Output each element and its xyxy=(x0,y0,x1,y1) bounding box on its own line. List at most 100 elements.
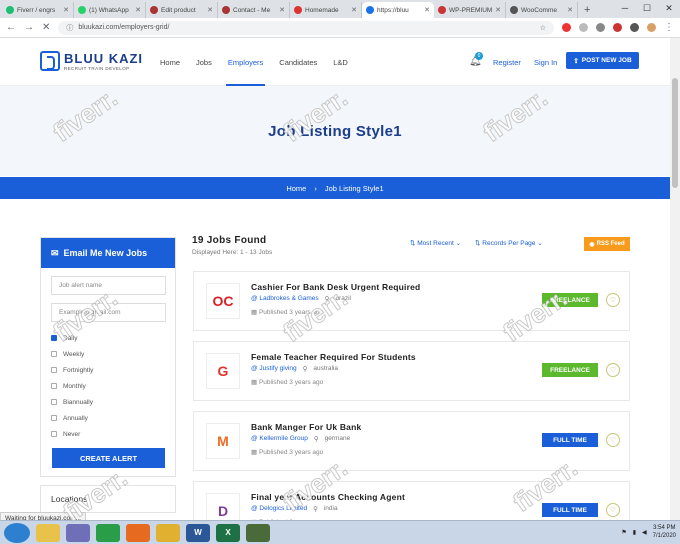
tab-close-icon[interactable]: ✕ xyxy=(424,6,430,14)
site-logo[interactable]: BLUU KAZI RECRUIT TRAIN DEVELOP xyxy=(40,51,143,71)
nav-employers[interactable]: Employers xyxy=(220,38,271,86)
email-input[interactable]: Example@gmail.com xyxy=(51,303,166,322)
nav-home[interactable]: Home xyxy=(152,38,188,86)
rss-feed-button[interactable]: ◉ RSS Feed xyxy=(584,237,630,251)
frequency-option[interactable]: Annually xyxy=(51,410,165,426)
flag-icon[interactable]: ⚑ xyxy=(621,529,626,536)
start-button[interactable] xyxy=(4,522,30,543)
company-link[interactable]: @ Delogics Limited xyxy=(251,505,307,513)
company-logo[interactable]: M xyxy=(206,423,240,459)
heart-icon[interactable]: ♡ xyxy=(606,363,620,377)
word-icon[interactable]: W xyxy=(186,523,210,542)
browser-tab[interactable]: Homemade ✕ xyxy=(290,2,362,18)
forward-icon[interactable]: → xyxy=(24,22,34,33)
firefox-icon[interactable] xyxy=(126,523,150,542)
chrome-canary-icon[interactable] xyxy=(156,523,180,542)
close-window-icon[interactable]: ✕ xyxy=(658,0,680,16)
excel-icon[interactable]: X xyxy=(216,523,240,542)
job-card[interactable]: D Final year Accounts Checking Agent @ Del… xyxy=(193,481,630,520)
nav-candidates[interactable]: Candidates xyxy=(271,38,325,86)
heart-icon[interactable]: ♡ xyxy=(606,293,620,307)
job-title[interactable]: Cashier For Bank Desk Urgent Required xyxy=(251,282,420,292)
radio-icon[interactable] xyxy=(51,415,57,421)
job-card[interactable]: G Female Teacher Required For Students @ J… xyxy=(193,341,630,401)
radio-icon[interactable] xyxy=(51,367,57,373)
radio-icon[interactable] xyxy=(51,335,57,341)
company-link[interactable]: @ Ladbrokes & Games xyxy=(251,295,319,303)
info-icon[interactable]: ⓘ xyxy=(66,23,73,33)
job-type-badge[interactable]: FULL TIME xyxy=(542,433,598,447)
sort-dropdown[interactable]: ⇅ Most Recent ⌄ xyxy=(410,239,461,247)
job-type-badge[interactable]: FREELANCE xyxy=(542,293,598,307)
media-player-icon[interactable] xyxy=(66,523,90,542)
stop-loading-icon[interactable]: ✕ xyxy=(42,22,50,33)
frequency-option[interactable]: Biannually xyxy=(51,394,165,410)
post-new-job-button[interactable]: ⇪ POST NEW JOB xyxy=(566,52,639,69)
radio-icon[interactable] xyxy=(51,351,57,357)
tab-close-icon[interactable]: ✕ xyxy=(495,6,501,14)
frequency-option[interactable]: Never xyxy=(51,426,165,442)
volume-icon[interactable]: ◀ xyxy=(642,529,647,536)
breadcrumb-home[interactable]: Home xyxy=(286,184,306,193)
bookmark-star-icon[interactable]: ☆ xyxy=(540,24,546,32)
tab-close-icon[interactable]: ✕ xyxy=(63,6,69,14)
radio-icon[interactable] xyxy=(51,431,57,437)
maximize-icon[interactable]: ☐ xyxy=(636,0,658,16)
scrollbar-thumb[interactable] xyxy=(672,78,678,188)
file-explorer-icon[interactable] xyxy=(36,523,60,542)
sign-in-link[interactable]: Sign In xyxy=(534,58,557,67)
extension-icon[interactable] xyxy=(613,23,622,32)
page-scrollbar[interactable] xyxy=(670,38,680,520)
extension-icon[interactable] xyxy=(596,23,605,32)
job-title[interactable]: Bank Manger For Uk Bank xyxy=(251,422,361,432)
heart-icon[interactable]: ♡ xyxy=(606,503,620,517)
extension-icon[interactable] xyxy=(630,23,639,32)
menu-icon[interactable]: ⋮ xyxy=(664,22,674,33)
company-logo[interactable]: OC xyxy=(206,283,240,319)
heart-icon[interactable]: ♡ xyxy=(606,433,620,447)
company-logo[interactable]: G xyxy=(206,353,240,389)
alert-name-input[interactable]: Job alert name xyxy=(51,276,166,295)
profile-avatar[interactable] xyxy=(647,23,656,32)
nav-jobs[interactable]: Jobs xyxy=(188,38,220,86)
network-icon[interactable]: ▮ xyxy=(633,529,636,536)
browser-tab[interactable]: Contact - Me ✕ xyxy=(218,2,290,18)
minimize-icon[interactable]: ─ xyxy=(614,0,636,16)
locations-filter[interactable]: Locations xyxy=(40,485,176,513)
create-alert-button[interactable]: CREATE ALERT xyxy=(52,448,165,468)
radio-icon[interactable] xyxy=(51,383,57,389)
nav-ld[interactable]: L&D xyxy=(325,38,356,86)
company-link[interactable]: @ Justify giving xyxy=(251,365,297,373)
job-type-badge[interactable]: FULL TIME xyxy=(542,503,598,517)
extension-icon[interactable] xyxy=(579,23,588,32)
browser-tab[interactable]: Fiverr / engrs ✕ xyxy=(2,2,74,18)
app-icon[interactable] xyxy=(246,523,270,542)
tab-close-icon[interactable]: ✕ xyxy=(135,6,141,14)
opera-extension-icon[interactable] xyxy=(562,23,571,32)
browser-tab[interactable]: (1) WhatsApp ✕ xyxy=(74,2,146,18)
radio-icon[interactable] xyxy=(51,399,57,405)
back-icon[interactable]: ← xyxy=(6,22,16,33)
browser-tab[interactable]: WP-PREMIUM ✕ xyxy=(434,2,506,18)
tab-close-icon[interactable]: ✕ xyxy=(567,6,573,14)
company-logo[interactable]: D xyxy=(206,493,240,520)
chrome-icon[interactable] xyxy=(96,523,120,542)
new-tab-button[interactable]: + xyxy=(578,4,596,18)
browser-tab[interactable]: WooComme ✕ xyxy=(506,2,578,18)
job-type-badge[interactable]: FREELANCE xyxy=(542,363,598,377)
company-link[interactable]: @ Kellermile Group xyxy=(251,435,308,443)
job-title[interactable]: Female Teacher Required For Students xyxy=(251,352,416,362)
clock[interactable]: 3:54 PM 7/1/2020 xyxy=(653,524,676,540)
frequency-option[interactable]: Fortnightly xyxy=(51,362,165,378)
register-link[interactable]: Register xyxy=(493,58,521,67)
frequency-option[interactable]: Monthly xyxy=(51,378,165,394)
tab-close-icon[interactable]: ✕ xyxy=(351,6,357,14)
browser-tab[interactable]: https://bluu ✕ xyxy=(362,2,434,18)
job-card[interactable]: OC Cashier For Bank Desk Urgent Required @… xyxy=(193,271,630,331)
frequency-option[interactable]: Weekly xyxy=(51,346,165,362)
tab-close-icon[interactable]: ✕ xyxy=(279,6,285,14)
job-card[interactable]: M Bank Manger For Uk Bank @ Kellermile Gro… xyxy=(193,411,630,471)
tab-close-icon[interactable]: ✕ xyxy=(207,6,213,14)
url-field[interactable]: ⓘ bluukazi.com/employers-grid/ ☆ xyxy=(58,20,554,35)
job-title[interactable]: Final year Accounts Checking Agent xyxy=(251,492,405,502)
